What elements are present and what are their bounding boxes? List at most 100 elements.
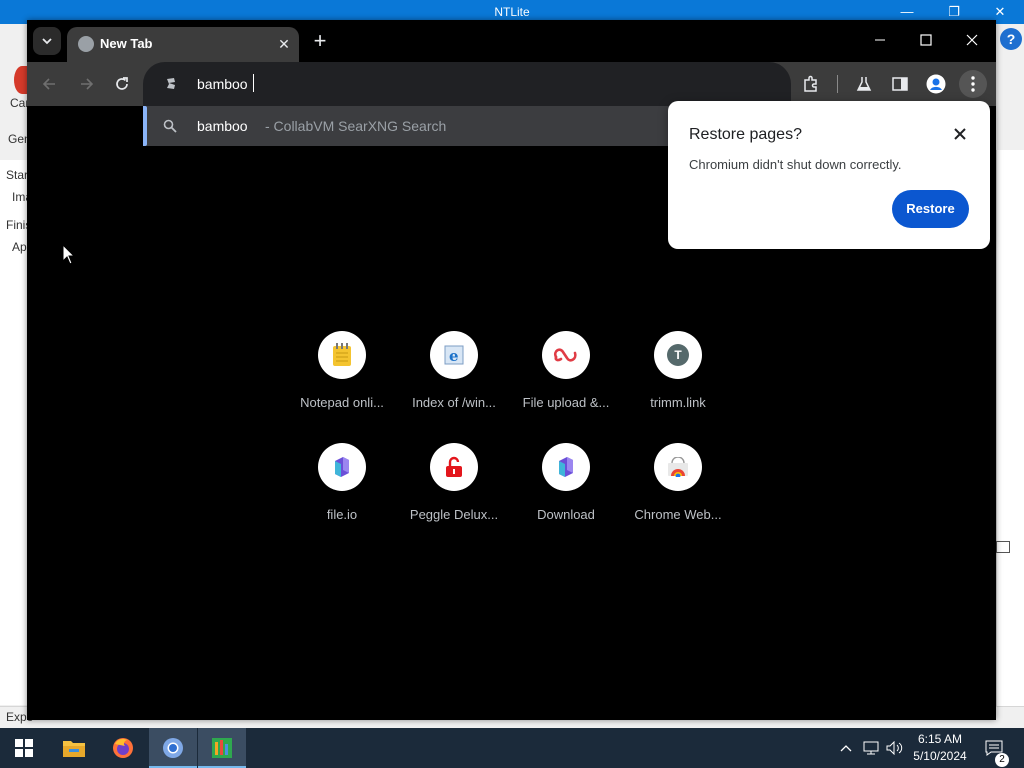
- ntlite-restore-button[interactable]: ❐: [931, 2, 977, 22]
- toolbar-separator: [837, 75, 838, 93]
- address-input[interactable]: bamboo: [197, 76, 248, 92]
- toolbar: bamboo: [27, 62, 996, 106]
- tab-new-tab[interactable]: New Tab ✕: [67, 27, 299, 62]
- restore-button[interactable]: Restore: [892, 190, 969, 228]
- tab-close-icon[interactable]: ✕: [274, 34, 294, 54]
- puzzle-icon: [804, 75, 817, 92]
- chrome-store-icon: [654, 443, 702, 491]
- shortcut-tile[interactable]: file.io: [286, 443, 398, 543]
- menu-button[interactable]: [959, 70, 987, 98]
- help-icon[interactable]: ?: [1000, 28, 1022, 50]
- lock-icon: [430, 443, 478, 491]
- file-io-icon: [318, 443, 366, 491]
- side-panel-icon: [892, 77, 908, 91]
- extensions-button[interactable]: [798, 71, 824, 97]
- side-panel-button[interactable]: [887, 71, 913, 97]
- show-hidden-icons-button[interactable]: [836, 728, 856, 768]
- chevron-up-icon: [840, 745, 852, 752]
- search-engine-icon: [167, 78, 175, 89]
- ntlite-icon: [212, 738, 232, 758]
- taskbar-clock[interactable]: 6:15 AM 5/10/2024: [908, 731, 972, 765]
- close-icon: [966, 34, 978, 46]
- forward-button[interactable]: [72, 70, 100, 98]
- volume-icon[interactable]: [884, 728, 906, 768]
- notepad-icon: [318, 331, 366, 379]
- globe-icon: [78, 36, 94, 52]
- start-button[interactable]: [0, 728, 48, 768]
- clock-time: 6:15 AM: [917, 732, 963, 746]
- arrow-right-icon: [81, 78, 94, 90]
- address-bar[interactable]: bamboo: [143, 62, 791, 106]
- shortcut-tile[interactable]: File upload &...: [510, 331, 622, 431]
- letter-avatar: T: [667, 344, 689, 366]
- popup-title: Restore pages?: [689, 126, 802, 143]
- reload-icon: [116, 77, 128, 90]
- popup-close-button[interactable]: [949, 123, 971, 145]
- taskbar-firefox[interactable]: [99, 728, 147, 768]
- close-button[interactable]: [949, 26, 995, 54]
- suggestion-description: - CollabVM SearXNG Search: [265, 118, 447, 134]
- popup-message: Chromium didn't shut down correctly.: [689, 157, 902, 172]
- shortcut-tile[interactable]: T trimm.link: [622, 331, 734, 431]
- firefox-icon: [113, 738, 133, 758]
- notification-count-badge: 2: [995, 753, 1009, 767]
- ntlite-title: NTLite: [494, 5, 530, 19]
- chromium-window: New Tab ✕ + bamboo bamboo - CollabVM Sea…: [27, 20, 996, 720]
- maximize-button[interactable]: [903, 26, 949, 54]
- ntlite-small-box: [996, 541, 1010, 553]
- search-icon: [163, 119, 177, 133]
- taskbar-ntlite[interactable]: [198, 728, 246, 768]
- reload-button[interactable]: [108, 70, 136, 98]
- mouse-pointer-icon: [62, 244, 76, 265]
- ntlite-close-button[interactable]: ✕: [977, 2, 1023, 22]
- ntlite-minimize-button[interactable]: —: [884, 2, 930, 22]
- shortcut-tile[interactable]: Notepad onli...: [286, 331, 398, 431]
- tab-title: New Tab: [100, 36, 153, 51]
- back-button[interactable]: [36, 70, 64, 98]
- selection-indicator: [143, 106, 147, 146]
- shortcut-label: file.io: [326, 507, 358, 522]
- shortcut-label: Download: [537, 507, 595, 522]
- shortcut-label: Chrome Web...: [634, 507, 722, 522]
- minimize-icon: [875, 39, 885, 41]
- taskbar-file-explorer[interactable]: [50, 728, 98, 768]
- taskbar-chromium[interactable]: [149, 728, 197, 768]
- arrow-left-icon: [42, 78, 55, 90]
- shortcut-tile[interactable]: e Index of /win...: [398, 331, 510, 431]
- shortcut-tile[interactable]: Chrome Web...: [622, 443, 734, 543]
- profile-avatar-icon: [926, 74, 946, 94]
- text-caret: [253, 74, 254, 92]
- suggestion-query: bamboo: [197, 118, 248, 134]
- shortcut-tile[interactable]: Peggle Delux...: [398, 443, 510, 543]
- restore-pages-popup: Restore pages? Chromium didn't shut down…: [668, 101, 990, 249]
- labs-button[interactable]: [851, 71, 877, 97]
- maximize-icon: [920, 34, 932, 46]
- folder-icon: [63, 741, 85, 757]
- file-io-icon: [542, 443, 590, 491]
- ntlite-apply-label[interactable]: Ap: [12, 240, 27, 254]
- clock-date: 5/10/2024: [913, 749, 967, 763]
- new-tab-button[interactable]: +: [307, 28, 333, 54]
- shortcut-label: File upload &...: [522, 395, 610, 410]
- shortcut-label: Peggle Delux...: [409, 507, 499, 522]
- ie-icon: e: [430, 331, 478, 379]
- tab-strip: New Tab ✕ +: [27, 20, 996, 62]
- chevron-down-icon: [42, 38, 52, 45]
- flask-icon: [856, 77, 872, 91]
- close-icon: [954, 128, 966, 140]
- chromium-icon: [163, 738, 183, 758]
- profile-button[interactable]: [923, 71, 949, 97]
- ntlite-right-panel: [996, 150, 1024, 710]
- letter-t-icon: T: [654, 331, 702, 379]
- link-icon: [542, 331, 590, 379]
- minimize-button[interactable]: [857, 26, 903, 54]
- taskbar: 6:15 AM 5/10/2024: [0, 728, 1024, 768]
- network-icon[interactable]: [860, 728, 882, 768]
- tab-search-button[interactable]: [33, 27, 61, 55]
- kebab-menu-icon: [971, 76, 975, 92]
- shortcut-label: trimm.link: [650, 395, 706, 410]
- shortcut-tile[interactable]: Download: [510, 443, 622, 543]
- windows-logo-icon: [15, 739, 33, 757]
- shortcut-label: Index of /win...: [412, 395, 496, 410]
- shortcut-label: Notepad onli...: [300, 395, 384, 410]
